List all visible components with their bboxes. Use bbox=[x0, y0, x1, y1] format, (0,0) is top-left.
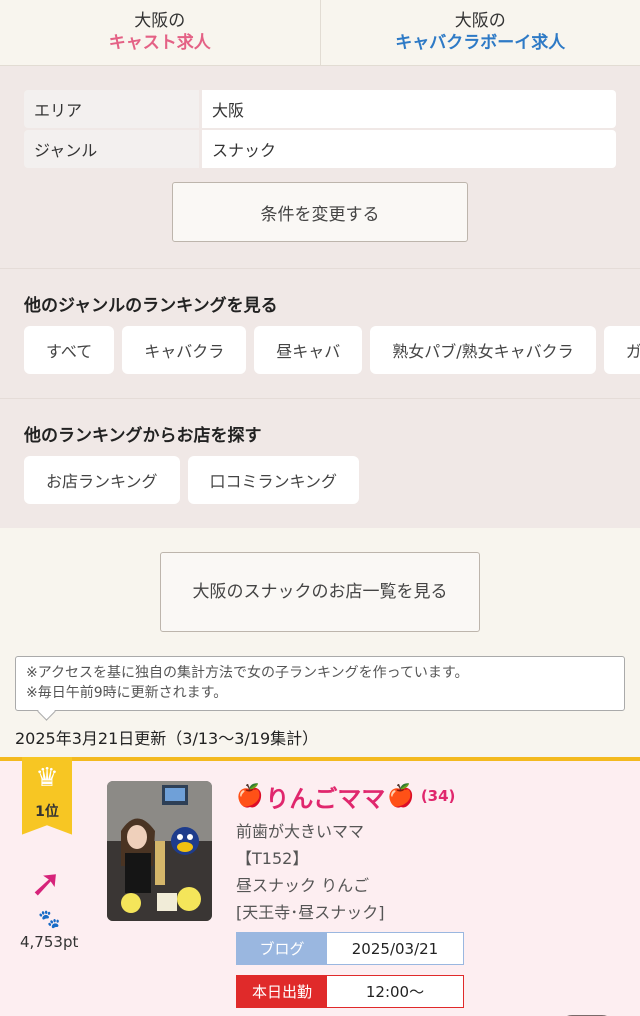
genre-ranking-section: 他のジャンルのランキングを見る すべて キャバクラ 昼キャバ 熟女パブ/熟女キャ… bbox=[0, 269, 640, 399]
work-tag: 本日出勤 12:00〜 bbox=[236, 975, 464, 1009]
search-conditions: エリア 大阪 ジャンル スナック 条件を変更する bbox=[0, 66, 640, 269]
shop-list-button[interactable]: 大阪のスナックのお店一覧を見る bbox=[160, 552, 480, 632]
arrow-up-right-icon: ➚ bbox=[30, 860, 62, 905]
genre-ranking-title: 他のジャンルのランキングを見る bbox=[24, 296, 278, 316]
cast-size: 【T152】 bbox=[236, 848, 309, 868]
ranking-item[interactable]: ♛ 1位 ➚ 🐾 4,753pt 🍎 りんごママ 🍎 (34) 前歯が大きいママ… bbox=[0, 756, 640, 1016]
crown-icon: ♛ bbox=[35, 762, 59, 793]
ranking-points: 4,753pt bbox=[20, 932, 79, 951]
work-time: 12:00〜 bbox=[327, 976, 463, 1008]
condition-label: ジャンル bbox=[24, 130, 199, 168]
condition-row-area: エリア 大阪 bbox=[24, 90, 616, 128]
rank-badge: ♛ 1位 bbox=[22, 756, 72, 835]
other-ranking-section: 他のランキングからお店を探す お店ランキング 口コミランキング bbox=[0, 399, 640, 528]
ranking-updated-date: 2025年3月21日更新（3/13〜3/19集計） bbox=[15, 728, 319, 748]
blog-tag[interactable]: ブログ 2025/03/21 bbox=[236, 932, 464, 966]
ranking-note-line: ※毎日午前9時に更新されます。 bbox=[26, 685, 228, 702]
change-conditions-button[interactable]: 条件を変更する bbox=[172, 182, 468, 242]
rank-label: 1位 bbox=[35, 803, 59, 820]
recruit-tabs: 大阪の キャスト求人 大阪の キャバクラボーイ求人 bbox=[0, 0, 640, 66]
cast-catchphrase: 前歯が大きいママ bbox=[236, 821, 365, 841]
ranking-note: ※アクセスを基に独自の集計方法で女の子ランキングを作っています。 ※毎日午前9時… bbox=[15, 656, 625, 711]
condition-label: エリア bbox=[24, 90, 199, 128]
review-ranking-chip[interactable]: 口コミランキング bbox=[187, 456, 360, 504]
genre-chip-all[interactable]: すべて bbox=[24, 326, 115, 374]
condition-value: スナック bbox=[202, 130, 616, 168]
condition-value: 大阪 bbox=[202, 90, 616, 128]
apple-icon: 🍎 bbox=[236, 783, 264, 809]
genre-chip-list: すべて キャバクラ 昼キャバ 熟女パブ/熟女キャバクラ ガ bbox=[24, 326, 640, 374]
shop-list-area: 大阪のスナックのお店一覧を見る ※アクセスを基に独自の集計方法で女の子ランキング… bbox=[0, 528, 640, 1016]
genre-chip-day-cabaret[interactable]: 昼キャバ bbox=[254, 326, 363, 374]
cast-photo[interactable] bbox=[107, 780, 212, 921]
boy-recruit-sub: 大阪の bbox=[454, 11, 506, 32]
paw-icon: 🐾 bbox=[38, 908, 61, 930]
genre-chip-mature[interactable]: 熟女パブ/熟女キャバクラ bbox=[370, 326, 596, 374]
cast-shop-name[interactable]: 昼スナック りんご bbox=[236, 876, 464, 895]
cast-photo-image bbox=[107, 780, 212, 921]
genre-chip-more[interactable]: ガ bbox=[603, 326, 640, 374]
cast-info: 🍎 りんごママ 🍎 (34) 前歯が大きいママ 【T152】 昼スナック りんご… bbox=[236, 779, 464, 1009]
blog-date: 2025/03/21 bbox=[327, 933, 463, 965]
other-ranking-chip-list: お店ランキング 口コミランキング bbox=[24, 456, 640, 504]
cast-shop-area: [天王寺･昼スナック] bbox=[236, 903, 385, 923]
work-tag-label: 本日出勤 bbox=[237, 976, 327, 1008]
cast-recruit-sub: 大阪の bbox=[134, 11, 186, 32]
cast-age: (34) bbox=[420, 787, 456, 806]
boy-recruit-tab[interactable]: 大阪の キャバクラボーイ求人 bbox=[321, 0, 640, 65]
apple-icon: 🍎 bbox=[387, 783, 415, 809]
cast-name-row[interactable]: 🍎 りんごママ 🍎 (34) bbox=[236, 779, 464, 814]
ranking-note-line: ※アクセスを基に独自の集計方法で女の子ランキングを作っています。 bbox=[26, 665, 469, 681]
blog-tag-label: ブログ bbox=[237, 933, 327, 965]
cast-recruit-label: キャスト求人 bbox=[108, 32, 211, 53]
cast-recruit-tab[interactable]: 大阪の キャスト求人 bbox=[0, 0, 321, 65]
cast-name: りんごママ bbox=[265, 784, 386, 813]
condition-row-genre: ジャンル スナック bbox=[24, 130, 616, 168]
boy-recruit-label: キャバクラボーイ求人 bbox=[395, 32, 566, 53]
other-ranking-title: 他のランキングからお店を探す bbox=[24, 426, 262, 446]
genre-chip-cabaret[interactable]: キャバクラ bbox=[122, 326, 247, 374]
shop-ranking-chip[interactable]: お店ランキング bbox=[24, 456, 180, 504]
